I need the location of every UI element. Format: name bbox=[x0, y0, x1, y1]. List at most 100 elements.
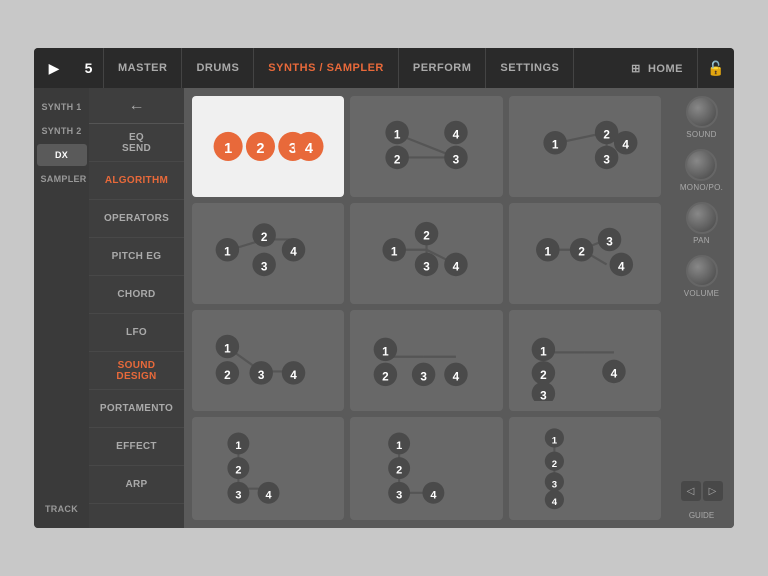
svg-text:1: 1 bbox=[540, 346, 547, 359]
sidebar-item-sampler[interactable]: SAMPLER bbox=[37, 168, 87, 190]
svg-text:2: 2 bbox=[579, 246, 586, 259]
svg-text:4: 4 bbox=[453, 260, 460, 273]
svg-text:3: 3 bbox=[552, 480, 557, 491]
nav-perform[interactable]: PERFORM bbox=[399, 48, 487, 88]
svg-text:3: 3 bbox=[540, 390, 547, 401]
sound-knob[interactable] bbox=[686, 96, 718, 128]
nav-synths-sampler[interactable]: SYNTHS / SAMPLER bbox=[254, 48, 399, 88]
svg-text:4: 4 bbox=[265, 490, 272, 502]
svg-text:4: 4 bbox=[453, 370, 460, 383]
guide-label: GUIDE bbox=[689, 511, 714, 520]
middle-menu: ← EQSEND ALGORITHM OPERATORS PITCH EG CH… bbox=[89, 88, 184, 528]
algorithm-cell-10[interactable]: 1 2 3 4 bbox=[192, 417, 344, 520]
svg-text:4: 4 bbox=[611, 368, 618, 381]
algorithm-cell-2[interactable]: 1 2 4 3 bbox=[350, 96, 502, 197]
svg-text:2: 2 bbox=[394, 153, 401, 166]
svg-text:4: 4 bbox=[290, 369, 297, 382]
svg-text:4: 4 bbox=[623, 139, 630, 152]
back-button[interactable]: ← bbox=[89, 88, 184, 124]
menu-operators[interactable]: OPERATORS bbox=[89, 200, 184, 238]
monopo-knob-group: MONO/PO. bbox=[680, 149, 723, 192]
algorithm-cell-1[interactable]: 1 2 3 4 bbox=[192, 96, 344, 197]
sidebar-item-dx[interactable]: DX bbox=[37, 144, 87, 166]
volume-knob-label: VOLUME bbox=[684, 289, 720, 298]
svg-text:1: 1 bbox=[382, 346, 389, 359]
top-nav: ▶ 5 MASTER DRUMS SYNTHS / SAMPLER PERFOR… bbox=[34, 48, 734, 88]
menu-lfo[interactable]: LFO bbox=[89, 314, 184, 352]
algorithm-cell-9[interactable]: 1 2 3 4 bbox=[509, 310, 661, 411]
svg-text:3: 3 bbox=[420, 370, 427, 383]
svg-text:2: 2 bbox=[224, 369, 231, 382]
algorithm-cell-5[interactable]: 1 2 3 4 bbox=[350, 203, 502, 304]
svg-text:4: 4 bbox=[430, 490, 437, 502]
svg-text:3: 3 bbox=[453, 153, 460, 166]
svg-text:2: 2 bbox=[552, 459, 557, 470]
nav-settings[interactable]: SETTINGS bbox=[486, 48, 574, 88]
svg-text:2: 2 bbox=[540, 369, 547, 382]
playback-buttons: ◁ ▷ bbox=[681, 481, 723, 501]
pan-knob-label: PAN bbox=[693, 236, 710, 245]
svg-text:2: 2 bbox=[382, 370, 389, 383]
sound-knob-group: SOUND bbox=[686, 96, 718, 139]
monopo-knob[interactable] bbox=[685, 149, 717, 181]
track-number[interactable]: 5 bbox=[74, 48, 104, 88]
menu-algorithm[interactable]: ALGORITHM bbox=[89, 162, 184, 200]
grid-area: 1 2 3 4 1 2 bbox=[184, 88, 669, 528]
svg-text:4: 4 bbox=[290, 246, 297, 259]
volume-knob-group: VOLUME bbox=[684, 255, 720, 298]
prev-button[interactable]: ◁ bbox=[681, 481, 701, 501]
algorithm-cell-8[interactable]: 1 2 3 4 bbox=[350, 310, 502, 411]
svg-text:2: 2 bbox=[256, 141, 264, 157]
svg-text:2: 2 bbox=[260, 231, 267, 244]
menu-pitch-eg[interactable]: PITCH EG bbox=[89, 238, 184, 276]
svg-text:3: 3 bbox=[423, 260, 430, 273]
nav-drums[interactable]: DRUMS bbox=[182, 48, 254, 88]
svg-text:3: 3 bbox=[604, 153, 611, 166]
sound-knob-label: SOUND bbox=[686, 130, 716, 139]
play-button[interactable]: ▶ bbox=[34, 48, 74, 88]
volume-knob[interactable] bbox=[686, 255, 718, 287]
menu-effect[interactable]: EFFECT bbox=[89, 428, 184, 466]
algorithm-cell-7[interactable]: 1 2 3 4 bbox=[192, 310, 344, 411]
menu-portamento[interactable]: PORTAMENTO bbox=[89, 390, 184, 428]
algorithm-cell-3[interactable]: 1 2 3 4 bbox=[509, 96, 661, 197]
svg-text:1: 1 bbox=[394, 128, 401, 141]
nav-master[interactable]: MASTER bbox=[104, 48, 182, 88]
algorithm-cell-11[interactable]: 1 2 3 4 bbox=[350, 417, 502, 520]
svg-text:3: 3 bbox=[235, 490, 241, 502]
svg-text:2: 2 bbox=[423, 230, 430, 243]
algorithm-cell-6[interactable]: 1 2 3 4 bbox=[509, 203, 661, 304]
menu-arp[interactable]: ARP bbox=[89, 466, 184, 504]
main-content: SYNTH 1 SYNTH 2 DX SAMPLER TRACK ← EQSEN… bbox=[34, 88, 734, 528]
right-panel: SOUND MONO/PO. PAN VOLUME ◁ ▷ GUIDE bbox=[669, 88, 734, 528]
svg-text:2: 2 bbox=[604, 128, 611, 141]
svg-text:3: 3 bbox=[607, 236, 614, 249]
algorithm-cell-4[interactable]: 1 2 3 4 bbox=[192, 203, 344, 304]
svg-text:1: 1 bbox=[224, 246, 231, 259]
lock-button[interactable]: 🔓 bbox=[698, 48, 734, 88]
svg-text:3: 3 bbox=[258, 369, 265, 382]
menu-chord[interactable]: CHORD bbox=[89, 276, 184, 314]
svg-text:3: 3 bbox=[260, 260, 267, 273]
sidebar-item-track[interactable]: TRACK bbox=[37, 498, 87, 520]
pan-knob[interactable] bbox=[686, 202, 718, 234]
svg-text:4: 4 bbox=[453, 128, 460, 141]
svg-text:4: 4 bbox=[305, 141, 314, 157]
svg-text:1: 1 bbox=[545, 246, 552, 259]
svg-text:1: 1 bbox=[396, 440, 402, 452]
svg-text:1: 1 bbox=[224, 343, 231, 356]
menu-sound-design[interactable]: SOUNDDESIGN bbox=[89, 352, 184, 390]
menu-eq-send[interactable]: EQSEND bbox=[89, 124, 184, 162]
pan-knob-group: PAN bbox=[686, 202, 718, 245]
svg-text:3: 3 bbox=[396, 490, 402, 502]
svg-text:1: 1 bbox=[552, 436, 558, 447]
algorithm-cell-12[interactable]: 1 2 3 4 bbox=[509, 417, 661, 520]
left-sidebar: SYNTH 1 SYNTH 2 DX SAMPLER TRACK bbox=[34, 88, 89, 528]
nav-home[interactable]: ⊞ HOME bbox=[617, 48, 698, 88]
svg-text:1: 1 bbox=[552, 139, 559, 152]
sidebar-item-synth1[interactable]: SYNTH 1 bbox=[37, 96, 87, 118]
next-button[interactable]: ▷ bbox=[703, 481, 723, 501]
svg-text:1: 1 bbox=[224, 141, 232, 157]
sidebar-item-synth2[interactable]: SYNTH 2 bbox=[37, 120, 87, 142]
svg-text:1: 1 bbox=[391, 246, 398, 259]
